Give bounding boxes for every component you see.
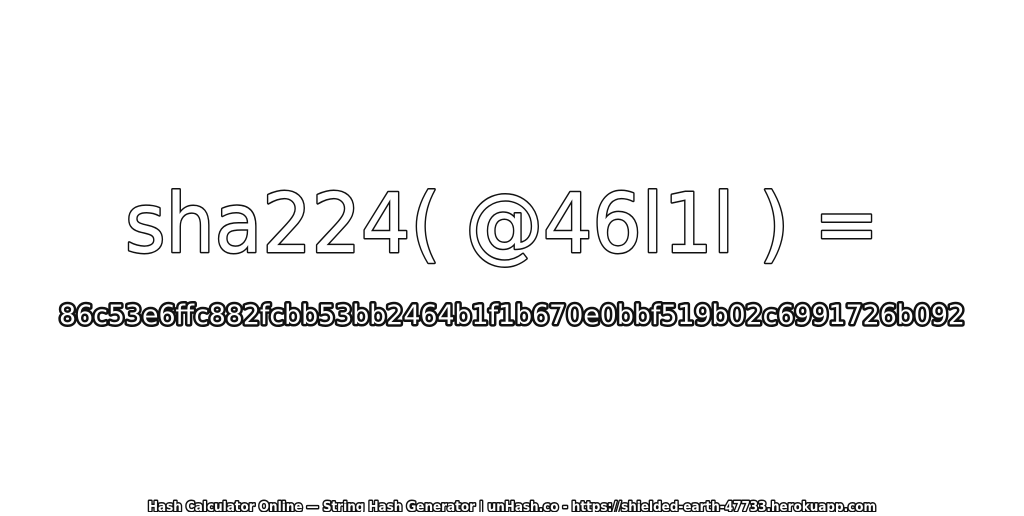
- footer-credit: Hash Calculator Online — String Hash Gen…: [148, 500, 876, 512]
- hash-card: sha224( @46l1l ) = 86c53e6ffc882fcbb53bb…: [0, 0, 1024, 516]
- hash-value: 86c53e6ffc882fcbb53bb2464b1f1b670e0bbf51…: [59, 300, 965, 331]
- hash-graphic: sha224( @46l1l ) = 86c53e6ffc882fcbb53bb…: [57, 176, 968, 516]
- hash-expression: sha224( @46l1l ) =: [125, 177, 879, 272]
